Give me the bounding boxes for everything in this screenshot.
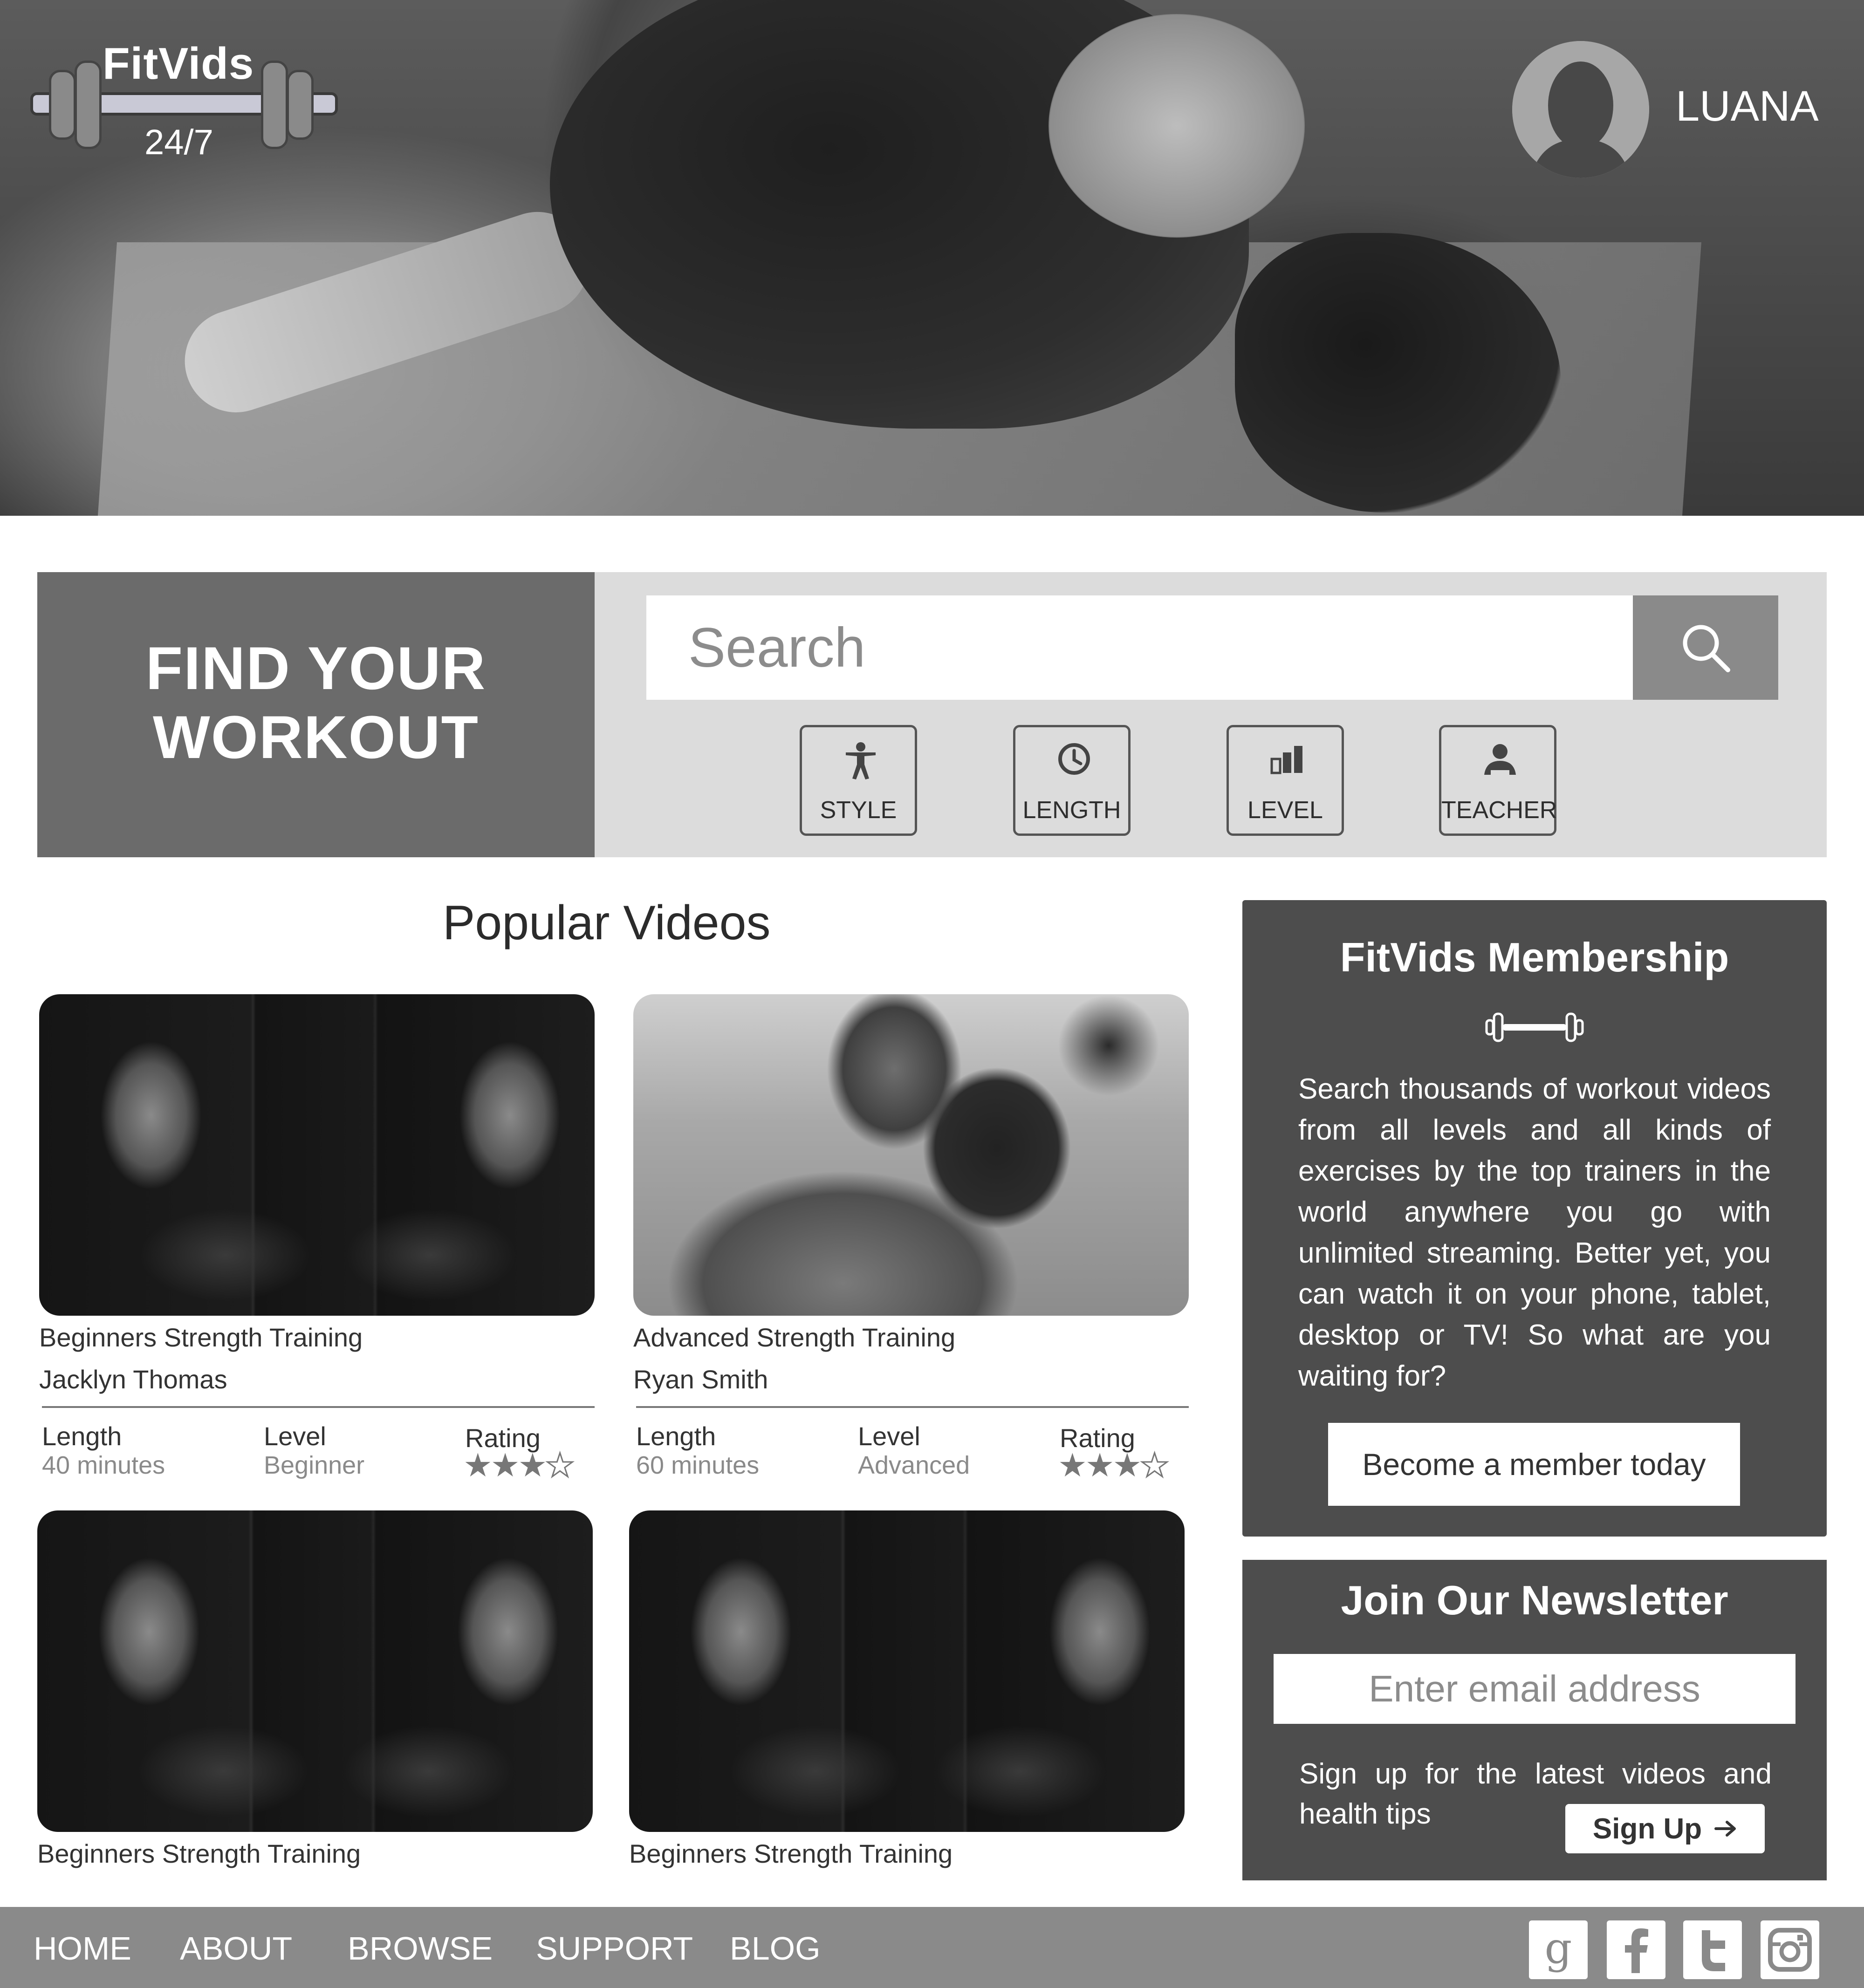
newsletter-title: Join Our Newsletter	[1341, 1577, 1728, 1623]
length-label: Length	[42, 1421, 122, 1451]
arrow-right-icon	[1714, 1821, 1736, 1837]
star-icon: ★	[490, 1447, 520, 1483]
find-heading: FIND YOUR WORKOUT	[37, 634, 595, 772]
filter-style-label: STYLE	[820, 797, 897, 824]
sign-up-button[interactable]: Sign Up	[1565, 1804, 1765, 1853]
google-glyph: g	[1545, 1927, 1572, 1973]
video-author[interactable]: Jacklyn Thomas	[39, 1364, 227, 1394]
video-thumbnail[interactable]	[633, 994, 1189, 1316]
level-label: Level	[264, 1421, 326, 1451]
newsletter-description-line1: Sign up for the latest videos and	[1299, 1758, 1772, 1790]
video-thumbnail[interactable]	[37, 1510, 593, 1832]
rating-stars: ★★★★	[463, 1446, 576, 1484]
instagram-glyph	[1768, 1928, 1812, 1972]
nav-home[interactable]: HOME	[34, 1930, 131, 1967]
nav-blog[interactable]: BLOG	[730, 1930, 821, 1967]
dumbbell-icon	[1485, 1012, 1584, 1042]
find-heading-line1: FIND YOUR	[145, 634, 487, 702]
rating-stars: ★★★★	[1058, 1446, 1170, 1484]
membership-description: Search thousands of workout videos from …	[1298, 1073, 1771, 1392]
membership-title: FitVids Membership	[1340, 934, 1729, 980]
nav-about[interactable]: ABOUT	[180, 1930, 292, 1967]
dumbbell-plate-icon	[49, 70, 76, 140]
star-icon: ★	[1085, 1447, 1115, 1483]
length-value: 40 minutes	[42, 1451, 165, 1479]
filter-level-label: LEVEL	[1247, 797, 1323, 824]
level-value: Advanced	[858, 1451, 970, 1479]
teacher-icon	[1484, 744, 1516, 775]
person-icon	[846, 742, 876, 779]
dumbbell-plate-icon	[75, 61, 102, 149]
logo-tagline: 24/7	[144, 123, 213, 162]
nav-browse[interactable]: BROWSE	[348, 1930, 493, 1967]
filter-length-label: LENGTH	[1022, 797, 1121, 824]
star-empty-icon: ★	[1139, 1447, 1170, 1484]
video-author[interactable]: Ryan Smith	[633, 1364, 768, 1394]
star-empty-icon: ★	[545, 1447, 576, 1484]
twitter-glyph	[1702, 1930, 1725, 1971]
filter-teacher-button[interactable]: TEACHER	[1439, 725, 1557, 836]
username[interactable]: LUANA	[1676, 82, 1819, 131]
star-icon: ★	[463, 1447, 493, 1483]
length-label: Length	[636, 1421, 716, 1451]
star-icon: ★	[1058, 1447, 1087, 1483]
clock-icon	[1058, 743, 1090, 775]
search-button[interactable]	[1633, 595, 1778, 700]
hero-shoulder	[1048, 14, 1305, 238]
video-title[interactable]: Advanced Strength Training	[633, 1322, 955, 1353]
nav-support[interactable]: SUPPORT	[536, 1930, 693, 1967]
dumbbell-plate-icon	[287, 70, 314, 140]
find-heading-line2: WORKOUT	[153, 703, 479, 771]
level-value: Beginner	[264, 1451, 365, 1479]
video-title[interactable]: Beginners Strength Training	[37, 1838, 361, 1869]
dumbbell-plate-icon	[261, 61, 288, 149]
instagram-icon[interactable]	[1761, 1920, 1819, 1979]
video-title[interactable]: Beginners Strength Training	[629, 1838, 953, 1869]
video-thumbnail[interactable]	[39, 994, 595, 1316]
video-thumbnail[interactable]	[629, 1510, 1185, 1832]
filter-length-button[interactable]: LENGTH	[1013, 725, 1131, 836]
facebook-icon[interactable]	[1607, 1920, 1665, 1979]
level-label: Level	[858, 1421, 920, 1451]
newsletter-description-line2: health tips	[1299, 1798, 1431, 1830]
sign-up-label: Sign Up	[1592, 1812, 1702, 1845]
google-icon[interactable]: g	[1529, 1920, 1588, 1979]
divider	[42, 1406, 595, 1408]
popular-videos-title: Popular Videos	[443, 896, 771, 950]
video-title[interactable]: Beginners Strength Training	[39, 1322, 363, 1353]
email-field[interactable]	[1274, 1654, 1795, 1724]
star-icon: ★	[1112, 1447, 1142, 1483]
filter-style-button[interactable]: STYLE	[800, 725, 917, 836]
twitter-icon[interactable]	[1683, 1920, 1742, 1979]
user-silhouette-icon	[1512, 41, 1649, 178]
facebook-glyph	[1625, 1928, 1648, 1973]
avatar[interactable]	[1512, 41, 1649, 178]
search-icon	[1683, 625, 1730, 672]
filter-teacher-label: TEACHER	[1441, 797, 1557, 824]
become-member-button[interactable]: Become a member today	[1328, 1423, 1740, 1506]
star-icon: ★	[518, 1447, 548, 1483]
filter-level-button[interactable]: LEVEL	[1227, 725, 1344, 836]
levels-icon	[1270, 746, 1302, 774]
svg-text:g: g	[1545, 1927, 1572, 1973]
length-value: 60 minutes	[636, 1451, 760, 1479]
logo-title: FitVids	[103, 39, 254, 89]
search-input[interactable]	[646, 595, 1633, 700]
divider	[636, 1406, 1189, 1408]
